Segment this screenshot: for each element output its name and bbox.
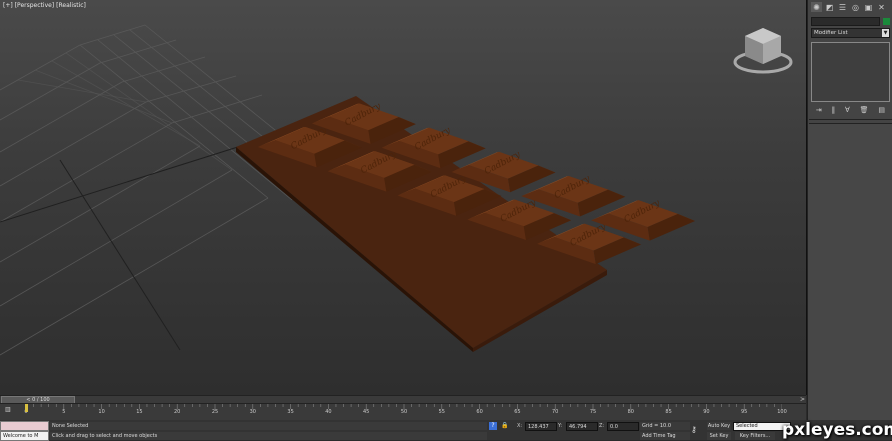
trackbar-label: 25	[211, 409, 219, 415]
trackbar-label: 90	[703, 409, 710, 415]
status-bar: Welcome to M None Selected Click and dra…	[0, 420, 892, 441]
key-filters-button[interactable]: Key Filters...	[735, 432, 775, 440]
remove-modifier-icon[interactable]: 🗑	[860, 106, 869, 115]
trackbar-label: 40	[325, 409, 332, 415]
trackbar-label: 95	[741, 409, 748, 415]
rollout-area	[808, 124, 892, 440]
x-label: X:	[517, 423, 523, 429]
trackbar-label: 75	[589, 409, 597, 415]
home-grid	[0, 24, 307, 356]
trackbar-label: 70	[552, 409, 559, 415]
show-end-result-icon[interactable]: ‖	[832, 106, 836, 115]
trackbar-label: 50	[400, 409, 408, 415]
divider	[809, 119, 892, 120]
prompt-line: Click and drag to select and move object…	[50, 432, 487, 440]
x-coordinate-field[interactable]: 128.437	[525, 422, 557, 431]
time-slider-right-arrow[interactable]: >	[800, 396, 805, 403]
y-coordinate-field[interactable]: 46.794	[566, 422, 598, 431]
command-panel: ✺ ◩ ☰ ◎ ▣ ✕ Modifier List ▼ ⇥ ‖ ∀ 🗑 ▤	[807, 0, 892, 440]
trackbar-label: 20	[174, 409, 181, 415]
object-name-row	[811, 16, 890, 26]
grid-size: Grid = 10.0	[640, 422, 690, 430]
selection-status: None Selected	[50, 422, 487, 430]
trackbar-label: 30	[249, 409, 256, 415]
trackbar-label: 10	[98, 409, 105, 415]
viewcube-icon[interactable]	[733, 22, 793, 76]
display-icon[interactable]: ▣	[863, 2, 874, 12]
lock-icon[interactable]: 🔒	[501, 422, 508, 429]
add-time-tag-button[interactable]: Add Time Tag	[640, 432, 690, 440]
trackbar-label: 65	[514, 409, 521, 415]
hierarchy-icon[interactable]: ☰	[837, 2, 848, 12]
trackbar-label: 100	[777, 409, 787, 415]
trackbar-label: 5	[62, 409, 66, 415]
isolate-selection-button[interactable]: ?	[489, 422, 497, 430]
create-icon[interactable]: ✺	[811, 2, 822, 12]
modifier-stack[interactable]	[811, 42, 890, 102]
trackbar-label: 80	[627, 409, 634, 415]
trackbar-label: 85	[665, 409, 672, 415]
key-icon[interactable]: ⚷	[691, 425, 697, 434]
y-coordinate: Y: 46.794	[558, 422, 598, 431]
motion-icon[interactable]: ◎	[850, 2, 861, 12]
utilities-icon[interactable]: ✕	[876, 2, 887, 12]
pin-stack-icon[interactable]: ⇥	[816, 106, 822, 115]
trackbar-label: 15	[136, 409, 143, 415]
configure-sets-icon[interactable]: ▤	[878, 106, 885, 115]
modifier-list-dropdown[interactable]: Modifier List ▼	[811, 28, 890, 38]
set-key-button[interactable]: Set Key	[707, 432, 731, 440]
make-unique-icon[interactable]: ∀	[845, 106, 850, 115]
auto-key-button[interactable]: Auto Key	[707, 422, 731, 430]
perspective-viewport[interactable]: [+] [Perspective] [Realistic] Cadbury Ca…	[0, 0, 807, 395]
trackbar[interactable]: ▥ 0 5 10 15 20 25 30 35 40 45 50 55 60 65 70 75 80 85 90 95…	[0, 403, 806, 421]
modifier-list-label: Modifier List	[814, 30, 848, 36]
trackbar-label: 35	[287, 409, 294, 415]
y-label: Y:	[558, 423, 563, 429]
z-coordinate: Z: 0.0	[599, 422, 639, 431]
chocolate-bar-model: CadburyCadburyCadburyCadburyCadburyCadbu…	[236, 96, 696, 352]
object-name-field[interactable]	[811, 16, 880, 26]
trackbar-label: 55	[438, 409, 445, 415]
object-color-swatch[interactable]	[883, 17, 890, 25]
z-coordinate-field[interactable]: 0.0	[607, 422, 639, 431]
command-panel-tabs: ✺ ◩ ☰ ◎ ▣ ✕	[808, 0, 892, 14]
pxleyes-watermark: pxleyes.com	[782, 420, 892, 440]
grid-axes	[0, 139, 261, 351]
z-label: Z:	[599, 423, 605, 429]
modify-icon[interactable]: ◩	[824, 2, 835, 12]
x-coordinate: X: 128.437	[517, 422, 557, 431]
trackbar-labels: 0 5 10 15 20 25 30 35 40 45 50 55 60 65 70 75 80 85 90 95 10…	[0, 409, 806, 419]
maxscript-listener-input[interactable]	[0, 421, 49, 431]
trackbar-label: 45	[363, 409, 370, 415]
current-frame-marker[interactable]	[25, 404, 28, 412]
trackbar-label: 60	[476, 409, 483, 415]
chevron-down-icon[interactable]: ▼	[882, 29, 889, 37]
stack-tools: ⇥ ‖ ∀ 🗑 ▤	[811, 106, 890, 115]
scene-canvas: CadburyCadburyCadburyCadburyCadburyCadbu…	[0, 24, 696, 356]
